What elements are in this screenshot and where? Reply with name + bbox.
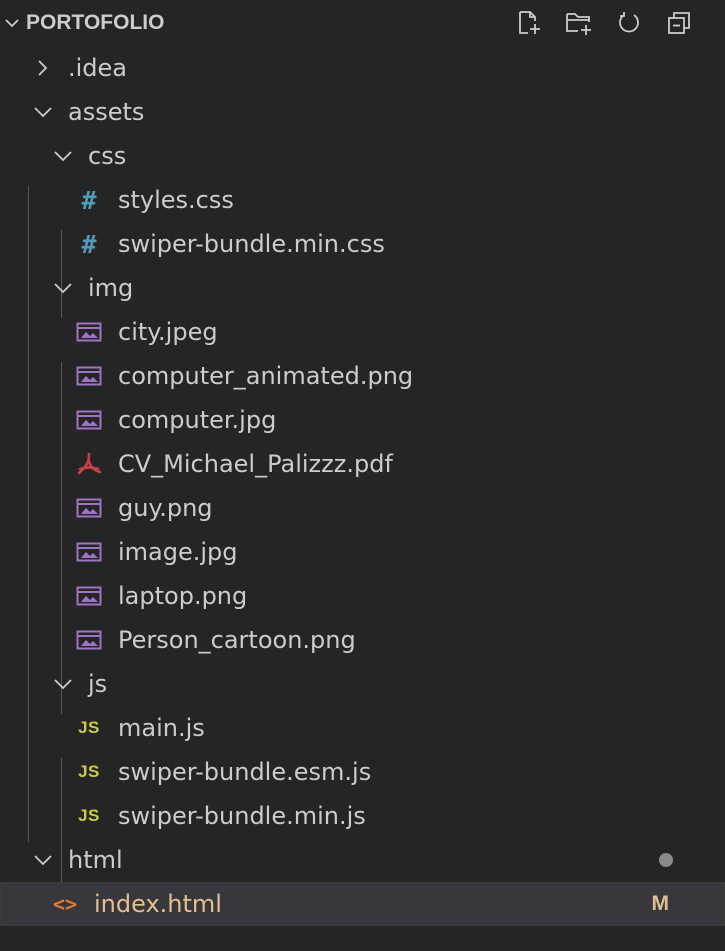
modified-dot-badge <box>659 853 673 867</box>
js-file-icon: JS <box>78 762 100 781</box>
workspace-title: PORTOFOLIO <box>26 11 165 34</box>
image-file-icon <box>74 366 104 386</box>
tree-item-file[interactable]: computer_animated.png <box>0 354 725 398</box>
file-label: computer.jpg <box>118 406 277 434</box>
file-label: city.jpeg <box>118 318 218 346</box>
js-file-icon: JS <box>78 718 100 737</box>
chevron-down-icon[interactable] <box>50 671 76 697</box>
collapse-all-icon[interactable] <box>665 9 693 37</box>
tree-item-file[interactable]: laptop.png <box>0 574 725 618</box>
file-label: styles.css <box>118 186 234 214</box>
tree-item-file[interactable]: Person_cartoon.png <box>0 618 725 662</box>
folder-label: .idea <box>68 54 128 82</box>
chevron-down-icon[interactable] <box>50 275 76 301</box>
file-label: computer_animated.png <box>118 362 414 390</box>
tree-item-file[interactable]: JS swiper-bundle.min.js <box>0 794 725 838</box>
new-folder-icon[interactable] <box>565 9 593 37</box>
css-file-icon: # <box>81 229 97 259</box>
tree-item-file[interactable]: # swiper-bundle.min.css <box>0 222 725 266</box>
css-file-icon: # <box>81 185 97 215</box>
chevron-down-icon[interactable] <box>50 143 76 169</box>
folder-label: assets <box>68 98 145 126</box>
new-file-icon[interactable] <box>515 9 543 37</box>
folder-label: js <box>88 670 108 698</box>
file-label: swiper-bundle.min.js <box>118 802 366 830</box>
explorer-actions <box>515 9 693 37</box>
explorer-panel: PORTOFOLIO .idea assets css # styles.css… <box>0 0 725 951</box>
tree-item-file[interactable]: image.jpg <box>0 530 725 574</box>
js-file-icon: JS <box>78 806 100 825</box>
image-file-icon <box>74 586 104 606</box>
folder-label: html <box>68 846 123 874</box>
folder-label: css <box>88 142 127 170</box>
file-label: laptop.png <box>118 582 248 610</box>
tree-item-file[interactable]: CV_Michael_Palizzz.pdf <box>0 442 725 486</box>
tree-item-file[interactable]: JS swiper-bundle.esm.js <box>0 750 725 794</box>
chevron-right-icon[interactable] <box>30 55 56 81</box>
file-label: Person_cartoon.png <box>118 626 356 654</box>
file-label: main.js <box>118 714 205 742</box>
tree-item-html-folder[interactable]: html <box>0 838 725 882</box>
image-file-icon <box>74 410 104 430</box>
chevron-down-icon[interactable] <box>30 847 56 873</box>
tree-item-js-folder[interactable]: js <box>0 662 725 706</box>
chevron-down-icon[interactable] <box>30 99 56 125</box>
tree-item-file[interactable]: JS main.js <box>0 706 725 750</box>
file-label: index.html <box>94 890 222 918</box>
tree-item-idea-folder[interactable]: .idea <box>0 46 725 90</box>
image-file-icon <box>74 630 104 650</box>
pdf-file-icon <box>74 453 104 475</box>
tree-item-file[interactable]: guy.png <box>0 486 725 530</box>
git-status-badge: M <box>651 892 670 915</box>
image-file-icon <box>74 322 104 342</box>
tree-item-css-folder[interactable]: css <box>0 134 725 178</box>
chevron-down-icon[interactable] <box>4 15 26 31</box>
folder-label: img <box>88 274 134 302</box>
image-file-icon <box>74 542 104 562</box>
file-tree: .idea assets css # styles.css # swiper-b… <box>0 46 725 926</box>
tree-item-file[interactable]: # styles.css <box>0 178 725 222</box>
file-label: swiper-bundle.esm.js <box>118 758 372 786</box>
file-label: guy.png <box>118 494 213 522</box>
image-file-icon <box>74 498 104 518</box>
explorer-header[interactable]: PORTOFOLIO <box>0 0 725 46</box>
tree-item-assets-folder[interactable]: assets <box>0 90 725 134</box>
file-label: image.jpg <box>118 538 238 566</box>
tree-item-img-folder[interactable]: img <box>0 266 725 310</box>
tree-item-file[interactable]: computer.jpg <box>0 398 725 442</box>
refresh-icon[interactable] <box>615 9 643 37</box>
html-file-icon: <> <box>52 892 78 916</box>
file-label: CV_Michael_Palizzz.pdf <box>118 450 393 478</box>
tree-item-file[interactable]: city.jpeg <box>0 310 725 354</box>
file-label: swiper-bundle.min.css <box>118 230 385 258</box>
tree-item-file-selected[interactable]: <> index.html M <box>0 882 725 926</box>
